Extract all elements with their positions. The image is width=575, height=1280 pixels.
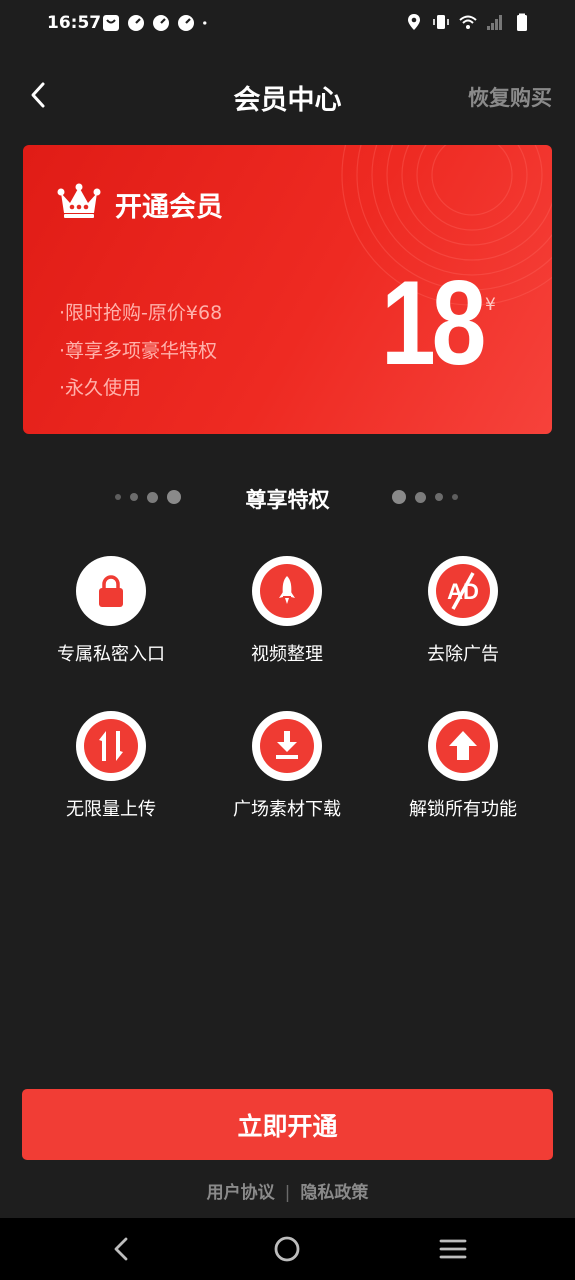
privilege-item: 专属私密入口 [23,556,199,666]
rocket-icon [260,564,314,618]
privilege-item: AD 去除广告 [375,556,551,666]
legal-links: 用户协议 | 隐私政策 [0,1178,575,1203]
privilege-item: 解锁所有功能 [375,711,551,821]
card-title: 开通会员 [115,192,223,223]
signal-icon [487,15,502,30]
nav-back-icon[interactable] [107,1234,137,1264]
up-arrow-icon [436,719,490,773]
more-dot-icon [203,21,207,25]
privilege-item: 无限量上传 [23,711,199,821]
privilege-label: 视频整理 [251,644,323,665]
nav-menu-icon[interactable] [438,1234,468,1264]
vip-center-screen: 16:57 会员中心 恢复购买 开通会员 ·限时抢购-原价¥68 ·尊享多项豪华… [0,0,575,1280]
battery-icon [517,13,527,31]
card-feature-item: ·永久使用 [59,377,142,399]
notification-icons [102,14,212,32]
privileges-header: 尊享特权 [0,480,575,516]
privilege-label: 去除广告 [427,644,499,665]
privilege-item: 广场素材下载 [199,711,375,821]
bag-notification-icon [103,15,119,31]
gauge-notification-icon [178,15,194,31]
privilege-label: 解锁所有功能 [409,799,517,820]
privilege-label: 专属私密入口 [57,644,165,665]
card-feature-item: ·尊享多项豪华特权 [59,339,218,362]
decorative-dots-right [392,490,458,504]
no-ad-icon: AD [436,564,490,618]
status-bar: 16:57 [0,0,575,48]
card-feature-item: ·限时抢购-原价¥68 [59,302,223,324]
system-navigation-bar [0,1218,575,1280]
crown-icon [57,183,101,218]
lock-icon [99,575,123,607]
price-value: 18 [381,256,486,390]
vibrate-icon [433,15,449,29]
privacy-policy-link[interactable]: 隐私政策 [300,1183,368,1203]
gauge-notification-icon [153,15,169,31]
transfer-arrows-icon [84,719,138,773]
top-app-bar: 会员中心 恢复购买 [0,66,575,126]
price-currency: ¥ [485,295,496,315]
privilege-item: 视频整理 [199,556,375,666]
card-feature-list: ·限时抢购-原价¥68 ·尊享多项豪华特权 ·永久使用 [59,295,222,408]
status-time: 16:57 [47,13,102,33]
nav-home-icon[interactable] [272,1234,302,1264]
legal-separator: | [284,1183,291,1203]
wifi-icon [459,15,477,29]
gauge-notification-icon [128,15,144,31]
system-status-icons [405,13,531,31]
restore-purchase-button[interactable]: 恢复购买 [468,82,552,112]
user-agreement-link[interactable]: 用户协议 [207,1183,275,1203]
privilege-label: 广场素材下载 [233,799,341,820]
download-icon [260,719,314,773]
privilege-label: 无限量上传 [66,799,156,820]
location-icon [408,14,420,30]
privileges-title: 尊享特权 [245,488,330,512]
membership-card: 开通会员 ·限时抢购-原价¥68 ·尊享多项豪华特权 ·永久使用 18 ¥ [23,145,552,434]
activate-membership-button[interactable]: 立即开通 [22,1089,553,1160]
